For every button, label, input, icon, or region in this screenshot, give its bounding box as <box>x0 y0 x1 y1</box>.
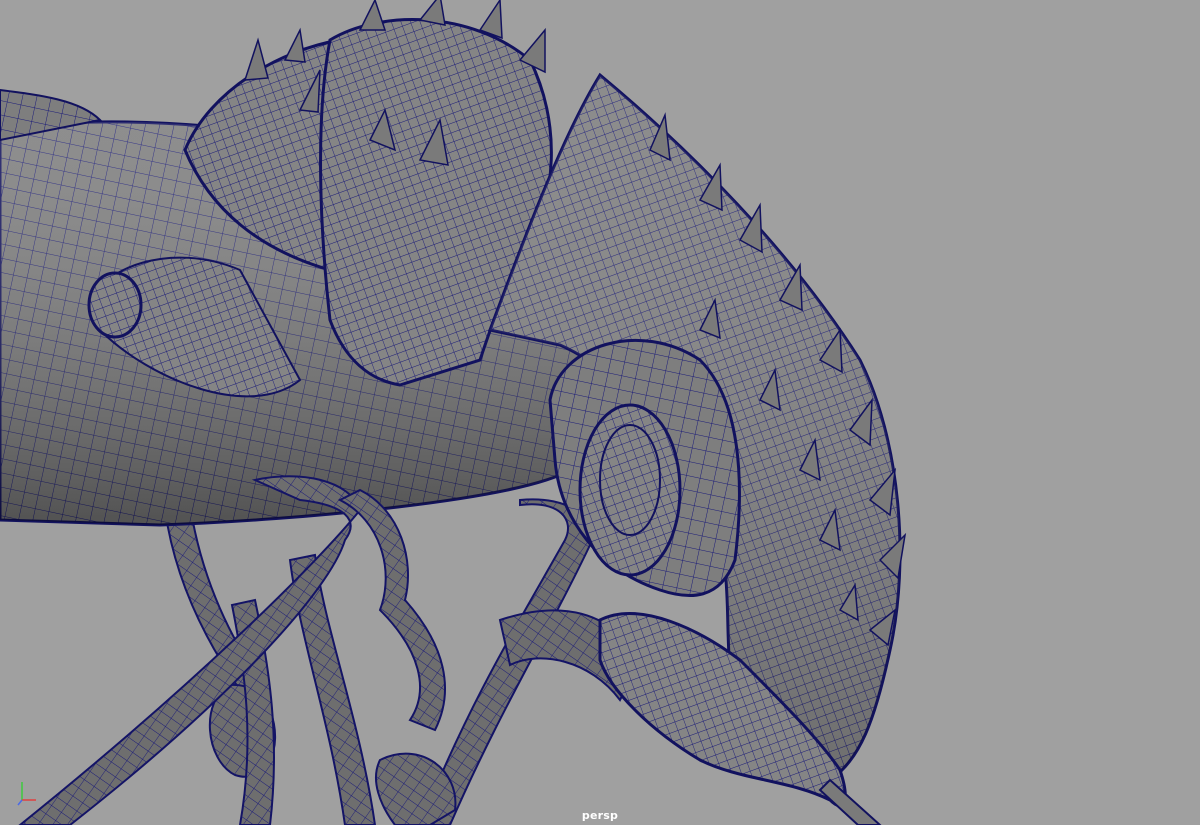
z-axis-line <box>17 799 23 806</box>
viewport-persp[interactable]: persp <box>0 0 1200 825</box>
viewport-scene[interactable] <box>0 0 1200 825</box>
axis-gizmo <box>12 778 42 812</box>
camera-label: persp <box>581 809 619 822</box>
back-legs[interactable] <box>163 503 377 825</box>
